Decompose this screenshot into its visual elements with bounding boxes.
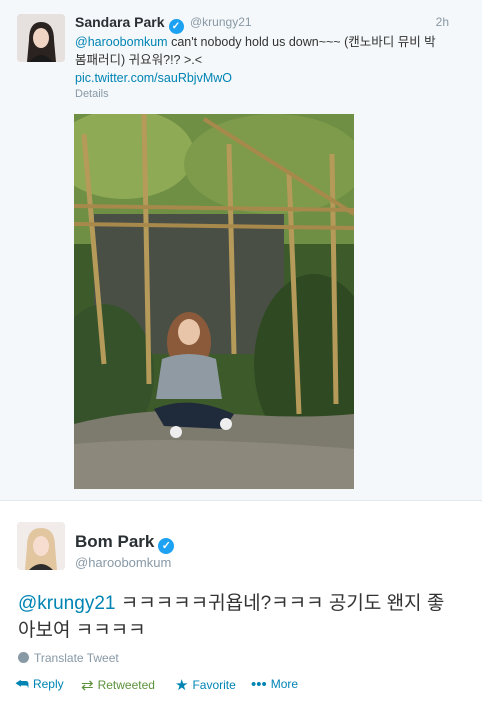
favorite-button[interactable]: ★ Favorite: [175, 676, 236, 694]
mention-link[interactable]: @haroobomkum: [75, 35, 168, 49]
author-name[interactable]: Bom Park ✓: [75, 532, 175, 554]
author-name[interactable]: Sandara Park ✓: [75, 14, 184, 34]
mention-link[interactable]: @krungy21: [18, 593, 115, 614]
author-handle[interactable]: @krungy21: [190, 15, 252, 29]
tweet-text: @haroobomkum can't nobody hold us down~~…: [75, 33, 445, 87]
verified-icon: ✓: [168, 19, 184, 34]
tweet-text: @krungy21 ㅋㅋㅋㅋㅋ귀욥네?ㅋㅋㅋ 공기도 왠지 좋아보여 ㅋㅋㅋㅋ: [18, 590, 458, 644]
avatar[interactable]: [17, 14, 65, 62]
timestamp[interactable]: 2h: [436, 15, 449, 29]
reply-icon: ⮪: [15, 676, 29, 693]
details-link[interactable]: Details: [75, 88, 109, 100]
retweet-icon: ⇄: [81, 677, 94, 694]
more-dots-icon: •••: [251, 676, 267, 693]
retweet-button[interactable]: ⇄ Retweeted: [81, 676, 155, 694]
tweet-card-sandara: Sandara Park ✓ @krungy21 2h @haroobomkum …: [0, 0, 482, 501]
media-link[interactable]: pic.twitter.com/sauRbjvMwO: [75, 71, 232, 85]
tweet-photo[interactable]: [74, 114, 354, 489]
more-button[interactable]: ••• More: [251, 676, 298, 693]
star-icon: ★: [175, 677, 189, 694]
avatar[interactable]: [17, 522, 65, 570]
author-handle[interactable]: @haroobomkum: [75, 555, 171, 570]
reply-button[interactable]: ⮪ Reply: [15, 676, 64, 693]
globe-icon: [18, 652, 29, 663]
translate-tweet-link[interactable]: Translate Tweet: [18, 651, 119, 665]
verified-icon: ✓: [158, 538, 175, 554]
